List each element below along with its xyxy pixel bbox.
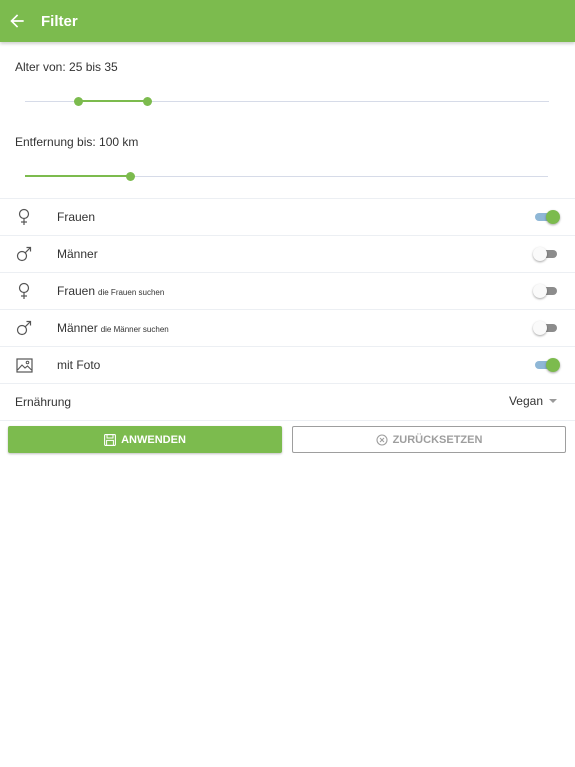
female-icon (15, 282, 33, 300)
diet-row: Ernährung Vegan (0, 383, 575, 421)
distance-slider-track[interactable] (25, 172, 548, 181)
toggle-label: Männer (57, 247, 98, 261)
toggle-label: Frauen (57, 210, 96, 224)
age-max-thumb[interactable] (143, 97, 152, 106)
reset-button[interactable]: ZURÜCKSETZEN (292, 426, 566, 453)
back-button[interactable] (3, 7, 31, 35)
diet-select[interactable]: Vegan (509, 394, 557, 408)
save-icon (104, 433, 117, 446)
toggle-row-women: Frauen (0, 198, 575, 235)
diet-select-value: Vegan (508, 394, 543, 408)
male-icon (15, 245, 33, 263)
apply-button[interactable]: ANWENDEN (8, 426, 282, 453)
toggle-label: Männer die Männer suchen (57, 321, 169, 335)
toggle-row-women-seeking-women: Frauen die Frauen suchen (0, 272, 575, 309)
distance-slider-fill (25, 175, 130, 177)
female-icon (15, 208, 33, 226)
toggle-row-men-seeking-men: Männer die Männer suchen (0, 309, 575, 346)
reset-button-label: ZURÜCKSETZEN (392, 433, 483, 446)
app-bar: Filter (0, 0, 575, 42)
distance-thumb[interactable] (126, 172, 135, 181)
page-title: Filter (41, 12, 78, 30)
with-photo-toggle[interactable] (533, 358, 560, 372)
age-slider-range (78, 100, 147, 102)
age-min-thumb[interactable] (74, 97, 83, 106)
men-toggle[interactable] (533, 247, 559, 261)
apply-button-label: ANWENDEN (121, 433, 186, 446)
toggle-row-with-photo: mit Foto (0, 346, 575, 383)
arrow-left-icon (10, 14, 24, 28)
cancel-circle-icon (376, 433, 388, 446)
toggle-row-men: Männer (0, 235, 575, 272)
women-toggle[interactable] (533, 210, 560, 224)
age-filter-label: Alter von: 25 bis 35 (15, 60, 118, 74)
age-slider-track[interactable] (25, 97, 549, 106)
distance-filter-label: Entfernung bis: 100 km (15, 135, 139, 149)
women-seeking-women-toggle[interactable] (533, 284, 559, 298)
toggle-label: mit Foto (57, 358, 101, 372)
men-seeking-men-toggle[interactable] (533, 321, 559, 335)
caret-down-icon (549, 399, 557, 403)
image-icon (15, 356, 33, 374)
toggle-label: Frauen die Frauen suchen (57, 284, 165, 298)
diet-label: Ernährung (15, 395, 72, 409)
male-icon (15, 319, 33, 337)
